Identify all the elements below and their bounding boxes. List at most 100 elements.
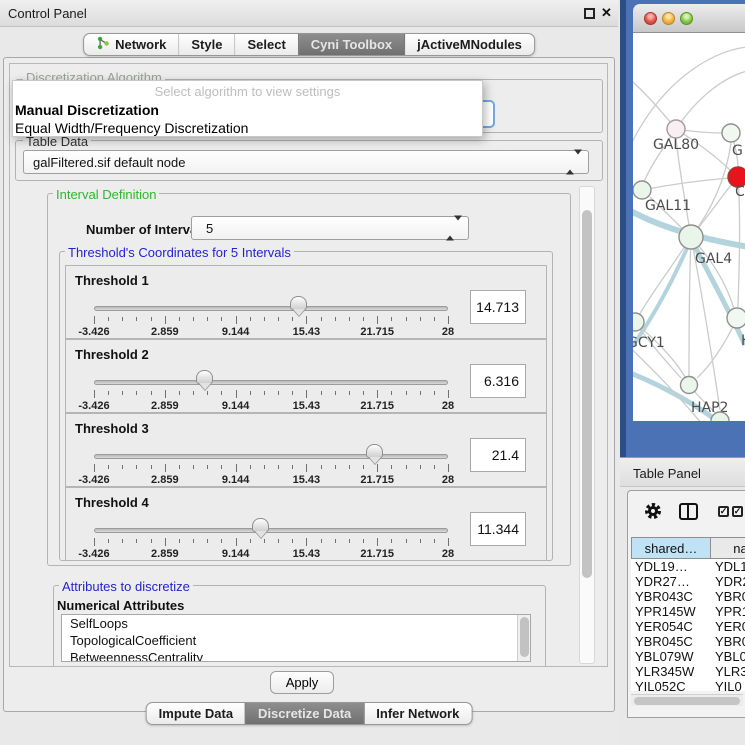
combobox-spinner-icon[interactable]: [566, 155, 582, 170]
network-canvas[interactable]: GAL80GCGAL11GAL4GCY1HHAP2: [633, 33, 745, 421]
tab-jactivemnodules[interactable]: jActiveMNodules: [404, 34, 534, 55]
threshold-2-slider[interactable]: -3.4262.8599.14415.4321.71528: [94, 368, 448, 412]
split-columns-icon[interactable]: [679, 503, 698, 520]
network-edge: [676, 139, 691, 237]
panel-scrollbar-thumb[interactable]: [582, 210, 592, 578]
slider-thumb[interactable]: [366, 444, 383, 458]
horizontal-scrollbar-thumb[interactable]: [634, 697, 740, 705]
network-node-gal4[interactable]: [679, 225, 703, 249]
cell-name[interactable]: YIL0: [711, 679, 745, 691]
table-toolbar: ✓ ✓: [628, 491, 745, 533]
slider-thumb[interactable]: [252, 518, 269, 532]
column-header-shared-name[interactable]: shared…: [631, 537, 711, 559]
popup-option-manual-discretization[interactable]: Manual Discretization: [15, 102, 482, 118]
tab-select[interactable]: Select: [234, 34, 297, 55]
table-row[interactable]: YPR145WYPR1: [631, 604, 745, 619]
cell-name[interactable]: YLR3: [711, 664, 745, 679]
table-row[interactable]: YBL079WYBL0: [631, 649, 745, 664]
close-icon[interactable]: ✕: [601, 5, 612, 21]
slider-track[interactable]: [94, 528, 448, 533]
cell-name[interactable]: YBR0: [711, 589, 745, 604]
cell-name[interactable]: YPR1: [711, 604, 745, 619]
cell-shared-name[interactable]: YER054C: [631, 619, 711, 634]
tab-network[interactable]: Network: [84, 34, 178, 55]
network-node-h[interactable]: [727, 308, 745, 328]
tab-label: Impute Data: [159, 706, 233, 721]
list-scrollbar-thumb[interactable]: [520, 617, 529, 657]
checkbox-icon[interactable]: ✓: [732, 506, 743, 517]
threshold-4-value-field[interactable]: 11.344: [470, 512, 526, 546]
checkbox-icon[interactable]: ✓: [718, 506, 729, 517]
tick-mark: [179, 465, 180, 469]
column-header-name[interactable]: na: [711, 537, 745, 559]
list-scrollbar[interactable]: [517, 615, 530, 661]
float-window-icon[interactable]: [584, 8, 595, 19]
cell-name[interactable]: YDL1: [711, 559, 745, 574]
horizontal-scrollbar[interactable]: [631, 694, 743, 706]
threshold-1-slider[interactable]: -3.4262.8599.14415.4321.71528: [94, 294, 448, 338]
network-node-gal80[interactable]: [667, 120, 685, 138]
minimize-traffic-light-icon[interactable]: [662, 12, 675, 25]
network-node-g[interactable]: [722, 124, 740, 142]
threshold-1-value-field[interactable]: 14.713: [470, 290, 526, 324]
network-node-gcy1[interactable]: [633, 313, 644, 331]
scale-label: 21.715: [360, 474, 394, 486]
close-traffic-light-icon[interactable]: [644, 12, 657, 25]
cell-shared-name[interactable]: YIL052C: [631, 679, 711, 691]
threshold-3-slider[interactable]: -3.4262.8599.14415.4321.71528: [94, 442, 448, 486]
cell-name[interactable]: YER0: [711, 619, 745, 634]
numerical-attributes-list[interactable]: SelfLoopsTopologicalCoefficientBetweenne…: [61, 614, 531, 662]
tab-discretize-data[interactable]: Discretize Data: [245, 703, 363, 724]
cell-shared-name[interactable]: YLR345W: [631, 664, 711, 679]
cell-shared-name[interactable]: YDL19…: [631, 559, 711, 574]
panel-scrollbar[interactable]: [579, 186, 595, 664]
number-of-intervals-combobox[interactable]: 5: [191, 216, 469, 240]
table-row[interactable]: YBR043CYBR0: [631, 589, 745, 604]
tab-style[interactable]: Style: [178, 34, 234, 55]
table-row[interactable]: YBR045CYBR0: [631, 634, 745, 649]
network-window-titlebar[interactable]: [633, 4, 745, 33]
cell-shared-name[interactable]: YBR043C: [631, 589, 711, 604]
scale-label: 15.43: [293, 400, 321, 412]
scale-label: -3.426: [78, 326, 109, 338]
table-data-combobox[interactable]: galFiltered.sif default node: [23, 150, 589, 174]
attribute-list-item[interactable]: SelfLoops: [62, 615, 530, 632]
threshold-3-value-field[interactable]: 21.4: [470, 438, 526, 472]
cell-shared-name[interactable]: YDR27…: [631, 574, 711, 589]
settings-gear-icon[interactable]: [643, 501, 663, 526]
network-node-hap2[interactable]: [681, 377, 698, 394]
cell-shared-name[interactable]: YBR045C: [631, 634, 711, 649]
zoom-traffic-light-icon[interactable]: [680, 12, 693, 25]
threshold-2-value-field[interactable]: 6.316: [470, 364, 526, 398]
cell-shared-name[interactable]: YPR145W: [631, 604, 711, 619]
network-node-gal11[interactable]: [633, 181, 651, 199]
popup-option-equal-width[interactable]: Equal Width/Frequency Discretization: [15, 120, 482, 136]
tab-infer-network[interactable]: Infer Network: [363, 703, 471, 724]
network-graph[interactable]: GAL80GCGAL11GAL4GCY1HHAP2: [633, 33, 745, 421]
slider-track[interactable]: [94, 306, 448, 311]
tab-impute-data[interactable]: Impute Data: [147, 703, 245, 724]
slider-thumb[interactable]: [290, 296, 307, 310]
tick-mark: [406, 391, 407, 395]
tab-label: Network: [115, 37, 166, 52]
cell-shared-name[interactable]: YBL079W: [631, 649, 711, 664]
table-row[interactable]: YDL19…YDL1: [631, 559, 745, 574]
combobox-spinner-icon[interactable]: [446, 221, 462, 236]
table-rows[interactable]: YDL19…YDL1YDR27…YDR2YBR043CYBR0YPR145WYP…: [631, 559, 745, 691]
tab-cyni-toolbox[interactable]: Cyni Toolbox: [298, 34, 404, 55]
slider-thumb[interactable]: [196, 370, 213, 384]
threshold-4-slider[interactable]: -3.4262.8599.14415.4321.71528: [94, 516, 448, 560]
attribute-list-item[interactable]: BetweennessCentrality: [62, 649, 530, 662]
cell-name[interactable]: YDR2: [711, 574, 745, 589]
cell-name[interactable]: YBL0: [711, 649, 745, 664]
table-row[interactable]: YDR27…YDR2: [631, 574, 745, 589]
tick-mark: [151, 317, 152, 321]
table-row[interactable]: YLR345WYLR3: [631, 664, 745, 679]
cell-name[interactable]: YBR0: [711, 634, 745, 649]
table-row[interactable]: YER054CYER0: [631, 619, 745, 634]
apply-button[interactable]: Apply: [270, 671, 334, 694]
attribute-list-item[interactable]: TopologicalCoefficient: [62, 632, 530, 649]
table-row[interactable]: YIL052CYIL0: [631, 679, 745, 691]
slider-track[interactable]: [94, 380, 448, 385]
slider-track[interactable]: [94, 454, 448, 459]
